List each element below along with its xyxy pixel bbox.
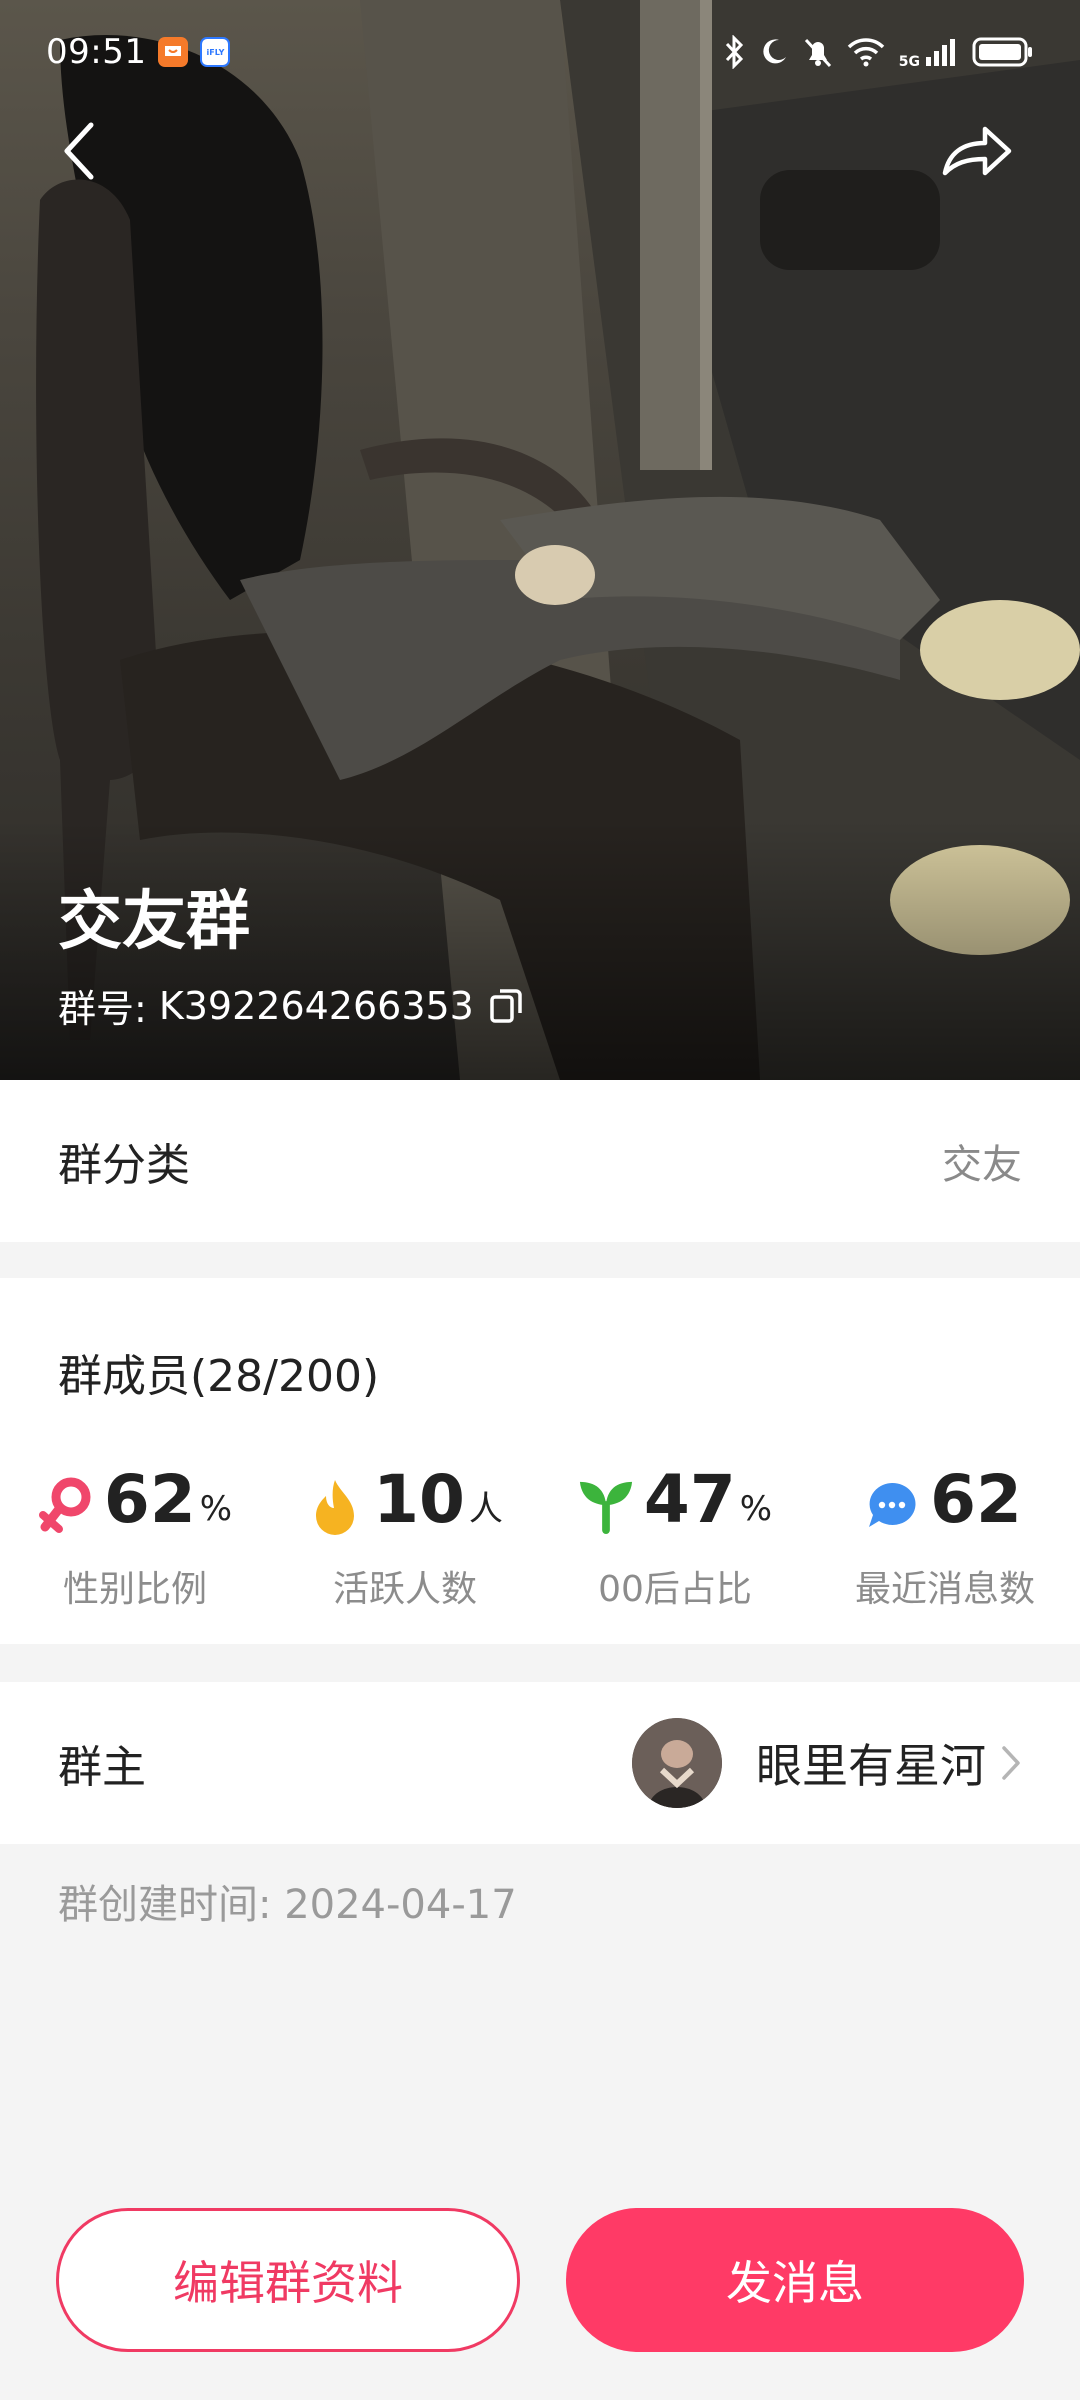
bluetooth-icon [725,35,743,69]
edit-group-info-button[interactable]: 编辑群资料 [56,2208,520,2352]
group-profile-page: 09:51 iFLY 5G 交友群 群号: K392264266353 群分类 … [0,0,1080,2400]
stat-value: 62 [930,1461,1022,1538]
sprout-icon [578,1474,634,1538]
group-members-card[interactable]: 群成员(28/200) 62 % 性别比例 10 人 活跃人数 47 % 00后… [0,1278,1080,1644]
status-icons: 5G [723,34,1034,70]
group-id-label: 群号: [58,987,147,1031]
copy-icon[interactable] [488,987,524,1025]
stat-label: 性别比例 [62,1569,207,1610]
chat-bubble-icon [864,1474,920,1538]
owner-info[interactable]: 眼里有星河 [632,1718,1022,1808]
stat-value: 62 [103,1461,196,1538]
member-stats: 62 % 性别比例 10 人 活跃人数 47 % 00后占比 62 最近消息数 [0,1458,1080,1612]
back-icon [64,122,94,180]
network-type-label: 5G [898,54,920,70]
mute-bell-icon [804,38,831,68]
group-id-row: 群号: K392264266353 [58,978,524,1033]
stat-gender-ratio: 62 % 性别比例 [0,1458,270,1612]
stat-unit: % [199,1489,233,1529]
group-name: 交友群 [58,885,250,959]
group-cover-image: 09:51 iFLY 5G 交友群 群号: K392264266353 [0,0,1080,1080]
group-created-time: 群创建时间: 2024-04-17 [58,1882,517,1928]
flame-icon [307,1474,363,1538]
share-icon [942,126,1012,176]
stat-label: 最近消息数 [854,1569,1035,1610]
stat-label: 活跃人数 [332,1569,477,1610]
ifly-icon: iFLY [200,37,231,67]
signal-icon [926,39,955,66]
owner-name: 眼里有星河 [756,1739,986,1793]
send-message-button[interactable]: 发消息 [566,2208,1024,2352]
group-id-value: K392264266353 [158,983,474,1028]
group-category-row[interactable]: 群分类 交友 [0,1080,1080,1242]
status-time: 09:51 [46,32,147,72]
status-bar: 09:51 iFLY 5G [0,0,1080,104]
share-button[interactable] [932,106,1022,196]
avatar[interactable] [632,1718,722,1808]
stat-post00-ratio: 47 % 00后占比 [540,1458,810,1612]
stat-active-members: 10 人 活跃人数 [270,1458,540,1612]
chevron-right-icon [1000,1744,1022,1782]
ifly-icon-text: iFLY [206,47,225,57]
female-icon [38,1474,94,1538]
wifi-icon [847,38,885,67]
group-owner-row[interactable]: 群主 眼里有星河 [0,1682,1080,1844]
stat-value: 10 [373,1461,465,1538]
owner-label: 群主 [58,1742,146,1793]
stat-value: 47 [643,1461,736,1538]
stat-unit: % [739,1489,773,1529]
moon-icon [763,39,786,64]
back-button[interactable] [34,106,124,196]
stat-recent-messages: 62 最近消息数 [810,1458,1080,1612]
category-label: 群分类 [58,1140,190,1191]
stat-label: 00后占比 [598,1569,752,1610]
notification-app-icon [158,37,189,67]
battery-icon [972,37,1032,67]
stat-unit: 人 [468,1489,503,1529]
members-title: 群成员(28/200) [58,1351,380,1402]
category-value: 交友 [942,1142,1022,1188]
